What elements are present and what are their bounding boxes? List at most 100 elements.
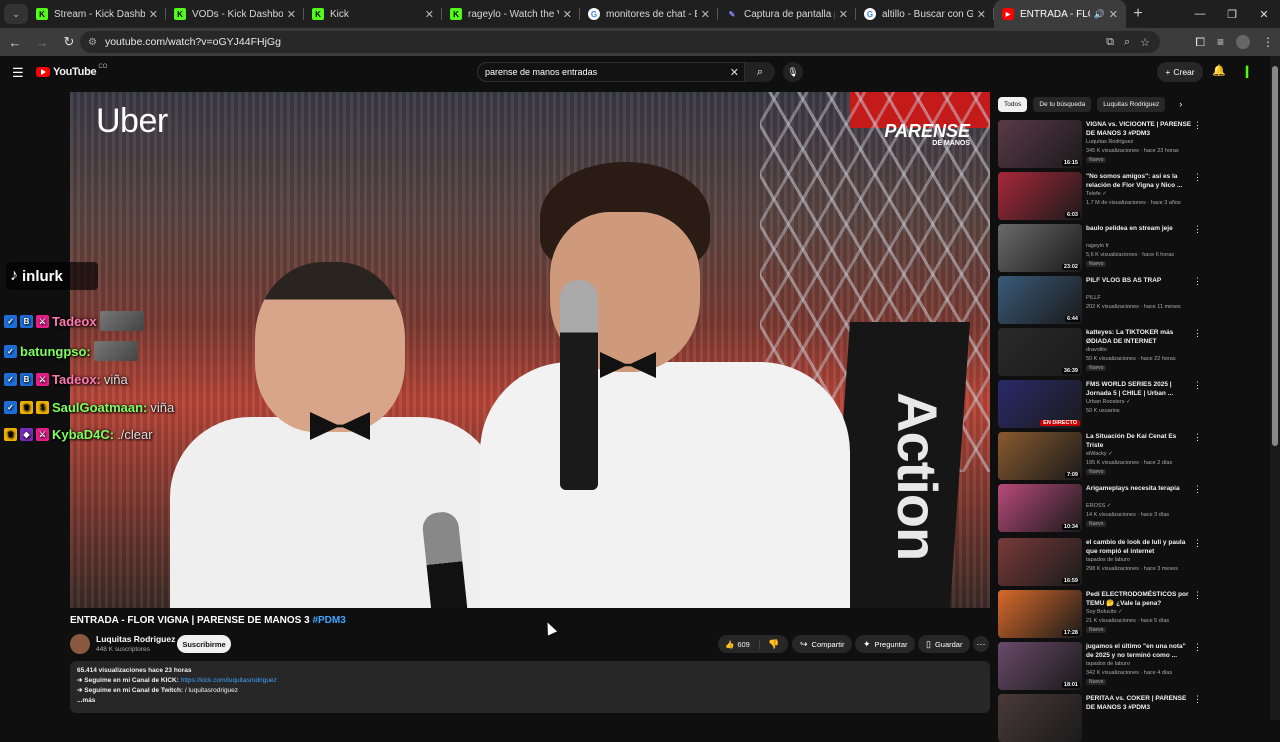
channel-name[interactable]: PILLF bbox=[1086, 295, 1101, 301]
recommended-video[interactable]: 17:28 Pedí ELECTRODOMÉSTICOS por TEMU 🤔 ¿… bbox=[998, 590, 1210, 638]
channel-name[interactable]: Urban Roosters ✓ bbox=[1086, 399, 1131, 405]
reload-icon[interactable]: ↻ bbox=[57, 34, 81, 50]
more-vertical-icon[interactable]: ⋮ bbox=[1193, 590, 1202, 601]
clear-search-icon[interactable]: ✕ bbox=[730, 66, 739, 79]
channel-name[interactable]: Soy Bolucito ✓ bbox=[1086, 609, 1123, 615]
video-thumbnail[interactable]: 16:15 bbox=[998, 120, 1082, 168]
recommended-video[interactable]: PERITAA vs. COKER | PARENSE DE MANOS 3 #… bbox=[998, 694, 1210, 742]
share-button[interactable]: ↪ Compartir bbox=[792, 635, 853, 653]
channel-name[interactable]: elWacky ✓ bbox=[1086, 451, 1113, 457]
youtube-logo[interactable]: YouTube CO bbox=[36, 64, 107, 78]
video-title[interactable]: PILF VLOG BS AS TRAP bbox=[1086, 276, 1194, 285]
more-vertical-icon[interactable]: ⋮ bbox=[1193, 642, 1202, 653]
more-vertical-icon[interactable]: ⋮ bbox=[1193, 380, 1202, 391]
close-tab-icon[interactable]: ✕ bbox=[1109, 8, 1118, 21]
more-vertical-icon[interactable]: ⋮ bbox=[1193, 538, 1202, 549]
video-thumbnail[interactable]: 6:03 bbox=[998, 172, 1082, 220]
show-more-link[interactable]: ...más bbox=[77, 696, 983, 706]
tab-search-button[interactable]: ⌄ bbox=[4, 4, 28, 24]
channel-avatar[interactable] bbox=[70, 634, 90, 654]
more-vertical-icon[interactable]: ⋮ bbox=[1193, 484, 1202, 495]
close-tab-icon[interactable]: ✕ bbox=[563, 8, 572, 21]
recommended-video[interactable]: 16:15 VIGNA vs. VICIOONTE | PARENSE DE MA… bbox=[998, 120, 1210, 168]
recommended-video[interactable]: 18:01 jugamos el último "en una nota" de … bbox=[998, 642, 1210, 690]
back-icon[interactable]: ← bbox=[3, 35, 27, 50]
more-actions-button[interactable]: ··· bbox=[973, 636, 989, 652]
like-button[interactable]: 👍 609 bbox=[718, 639, 760, 649]
video-title[interactable]: baulo pelidea en stream jeje bbox=[1086, 224, 1194, 233]
ask-button[interactable]: ✦ Preguntar bbox=[855, 635, 916, 653]
channel-name[interactable]: rageylo fr bbox=[1086, 243, 1109, 249]
channel-name[interactable]: dravolito bbox=[1086, 347, 1107, 353]
close-tab-icon[interactable]: ✕ bbox=[287, 8, 296, 21]
video-player[interactable]: Action Uber PARENSE DE MANOS bbox=[70, 92, 990, 608]
maximize-icon[interactable]: ❐ bbox=[1216, 0, 1248, 28]
forward-icon[interactable]: → bbox=[30, 35, 54, 50]
close-window-icon[interactable]: ✕ bbox=[1248, 0, 1280, 28]
video-title[interactable]: jugamos el último "en una nota" de 2025 … bbox=[1086, 642, 1194, 660]
recommended-video[interactable]: 23:02 baulo pelidea en stream jeje rageylo… bbox=[998, 224, 1210, 272]
video-title[interactable]: La Situación De Kai Cenat Es Triste bbox=[1086, 432, 1194, 450]
more-vertical-icon[interactable]: ⋮ bbox=[1193, 432, 1202, 443]
video-thumbnail[interactable]: 10:34 bbox=[998, 484, 1082, 532]
close-tab-icon[interactable]: ✕ bbox=[701, 8, 710, 21]
video-thumbnail[interactable]: 16:59 bbox=[998, 538, 1082, 586]
recommended-video[interactable]: 6:03 "No somos amigos": así es la relació… bbox=[998, 172, 1210, 220]
channel-name[interactable]: tapados de laburo bbox=[1086, 661, 1130, 667]
browser-tab[interactable]: ▶ ENTRADA - FLOR VIG 🔊 ✕ bbox=[994, 0, 1126, 28]
account-avatar[interactable]: ❙ bbox=[1242, 64, 1254, 78]
more-vertical-icon[interactable]: ⋮ bbox=[1193, 224, 1202, 235]
recommended-video[interactable]: EN DIRECTO FMS WORLD SERIES 2025 | Jornad… bbox=[998, 380, 1210, 428]
video-thumbnail[interactable]: 17:28 bbox=[998, 590, 1082, 638]
more-vertical-icon[interactable]: ⋮ bbox=[1193, 120, 1202, 131]
video-title[interactable]: el cambio de look de luli y paula que ro… bbox=[1086, 538, 1194, 556]
notifications-bell-icon[interactable]: 🔔 bbox=[1212, 64, 1226, 77]
new-tab-button[interactable]: + bbox=[1126, 5, 1150, 23]
recommended-video[interactable]: 16:59 el cambio de look de luli y paula q… bbox=[998, 538, 1210, 586]
browser-tab[interactable]: ✎ Captura de pantalla por L ✕ bbox=[718, 0, 856, 28]
chip-channel[interactable]: Luquitas Rodriguez bbox=[1097, 96, 1166, 112]
hashtag-link[interactable]: #PDM3 bbox=[312, 615, 345, 626]
more-vertical-icon[interactable]: ⋮ bbox=[1193, 328, 1202, 339]
recommended-video[interactable]: 7:09 La Situación De Kai Cenat Es Triste e… bbox=[998, 432, 1210, 480]
more-vertical-icon[interactable]: ⋮ bbox=[1193, 172, 1202, 183]
create-button[interactable]: + Crear bbox=[1157, 62, 1203, 82]
channel-name[interactable]: tapados de laburo bbox=[1086, 557, 1130, 563]
close-tab-icon[interactable]: ✕ bbox=[149, 8, 158, 21]
close-tab-icon[interactable]: ✕ bbox=[977, 8, 986, 21]
more-vertical-icon[interactable]: ⋮ bbox=[1193, 276, 1202, 287]
browser-tab[interactable]: Galtillo - Buscar con Goog ✕ bbox=[856, 0, 994, 28]
media-control-icon[interactable]: ≡ bbox=[1217, 35, 1224, 49]
bookmark-star-icon[interactable]: ☆ bbox=[1140, 36, 1150, 49]
channel-name[interactable]: Luquitas Rodriguez bbox=[1086, 139, 1133, 145]
video-title[interactable]: VIGNA vs. VICIOONTE | PARENSE DE MANOS 3… bbox=[1086, 120, 1194, 138]
speaker-icon[interactable]: 🔊 bbox=[1094, 9, 1105, 20]
kick-link[interactable]: https://kick.com/luquitasrodriguez bbox=[181, 677, 277, 684]
video-title[interactable]: Arigameplays necesita terapia bbox=[1086, 484, 1194, 493]
recommended-video[interactable]: 6:44 PILF VLOG BS AS TRAP PILLF 202 K visua… bbox=[998, 276, 1210, 324]
browser-tab[interactable]: Krageylo - Watch the VOD ✕ bbox=[442, 0, 580, 28]
video-description[interactable]: 65.414 visualizaciones hace 23 horas ➔ S… bbox=[70, 661, 990, 713]
install-app-icon[interactable]: ⧉ bbox=[1106, 36, 1114, 49]
subscribe-button[interactable]: Suscribirme bbox=[177, 635, 231, 653]
extensions-icon[interactable]: ⧠ bbox=[1195, 35, 1205, 50]
more-vertical-icon[interactable]: ⋮ bbox=[1193, 694, 1202, 705]
site-info-icon[interactable]: ⚙ bbox=[88, 37, 97, 48]
video-thumbnail[interactable]: 6:44 bbox=[998, 276, 1082, 324]
recommended-video[interactable]: 36:39 katteyes: La TIKTOKER más ØDIADA DE… bbox=[998, 328, 1210, 376]
browser-tab[interactable]: Gmonitores de chat - Buscar ✕ bbox=[580, 0, 718, 28]
browser-menu-icon[interactable]: ⋮ bbox=[1262, 35, 1274, 49]
chevron-right-icon[interactable]: › bbox=[1179, 99, 1182, 109]
hamburger-menu-icon[interactable]: ☰ bbox=[12, 65, 24, 81]
video-thumbnail[interactable]: 23:02 bbox=[998, 224, 1082, 272]
browser-tab[interactable]: K VODs - Kick Dashboard ✕ bbox=[166, 0, 304, 28]
recommended-video[interactable]: 10:34 Arigameplays necesita terapia EROSS … bbox=[998, 484, 1210, 532]
video-thumbnail[interactable]: 18:01 bbox=[998, 642, 1082, 690]
search-input[interactable]: parense de manos entradas ✕ bbox=[477, 62, 745, 82]
close-tab-icon[interactable]: ✕ bbox=[425, 8, 434, 21]
video-title[interactable]: katteyes: La TIKTOKER más ØDIADA DE INTE… bbox=[1086, 328, 1194, 346]
zoom-icon[interactable]: ⌕ bbox=[1124, 36, 1130, 49]
video-title[interactable]: Pedí ELECTRODOMÉSTICOS por TEMU 🤔 ¿Vale … bbox=[1086, 590, 1194, 608]
page-scrollbar[interactable] bbox=[1270, 56, 1280, 720]
channel-name[interactable]: EROSS ✓ bbox=[1086, 503, 1111, 509]
